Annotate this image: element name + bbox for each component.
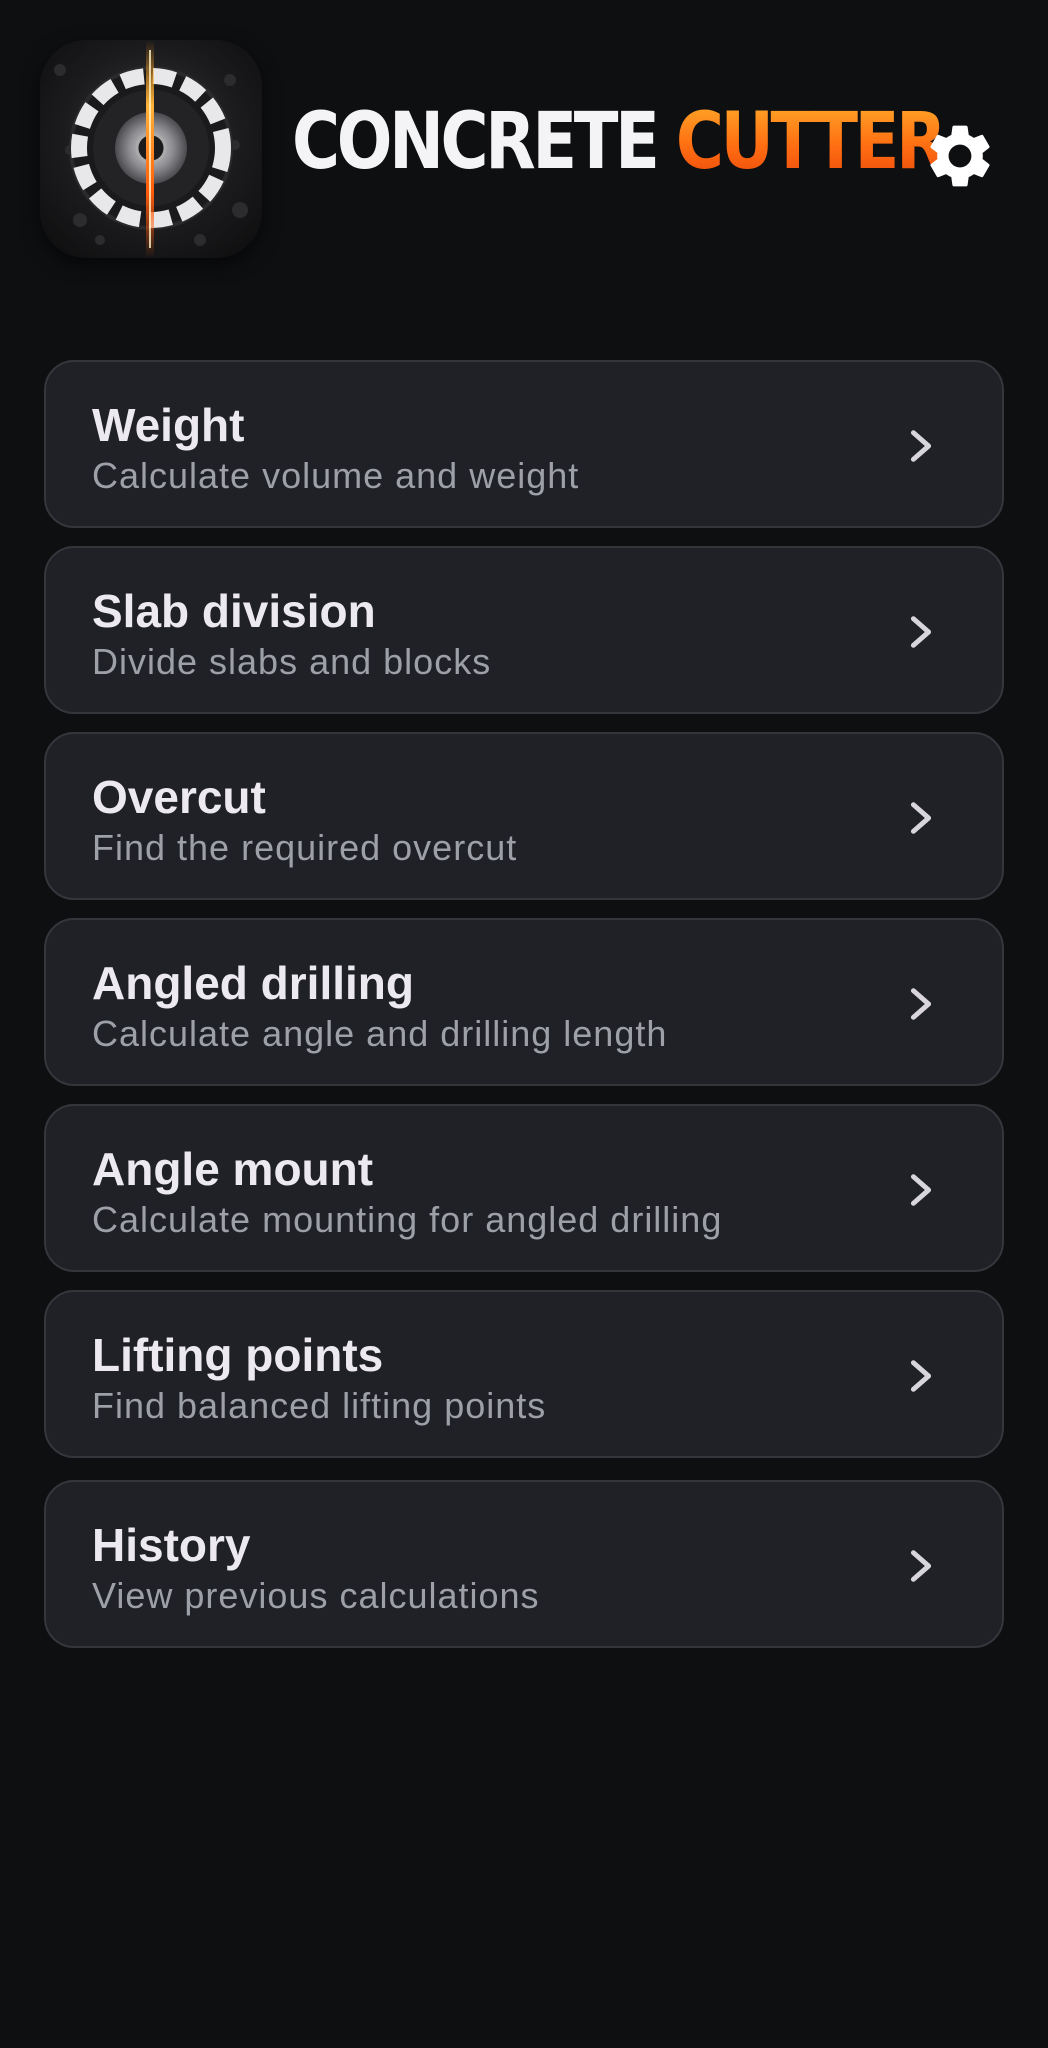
menu-item-title: History (92, 1519, 251, 1571)
settings-button[interactable] (916, 112, 1004, 200)
menu-item-title: Overcut (92, 771, 266, 823)
menu-item-slab-division[interactable]: Slab division Divide slabs and blocks (44, 546, 1004, 714)
calculator-menu: Weight Calculate volume and weight Slab … (44, 360, 1004, 1666)
menu-item-angle-mount[interactable]: Angle mount Calculate mounting for angle… (44, 1104, 1004, 1272)
menu-item-subtitle: View previous calculations (92, 1575, 540, 1616)
menu-item-subtitle: Calculate volume and weight (92, 455, 580, 496)
menu-item-subtitle: Calculate mounting for angled drilling (92, 1199, 723, 1240)
chevron-right-icon (902, 984, 940, 1024)
gear-icon (930, 125, 990, 187)
app-logo-icon (40, 40, 262, 258)
chevron-right-icon (902, 612, 940, 652)
menu-item-subtitle: Find balanced lifting points (92, 1385, 547, 1426)
menu-item-overcut[interactable]: Overcut Find the required overcut (44, 732, 1004, 900)
menu-item-weight[interactable]: Weight Calculate volume and weight (44, 360, 1004, 528)
chevron-right-icon (902, 1170, 940, 1210)
menu-item-title: Angled drilling (92, 957, 414, 1009)
menu-item-title: Angle mount (92, 1143, 374, 1195)
app-title-part1: CONCRETE (292, 97, 660, 187)
menu-item-angled-drilling[interactable]: Angled drilling Calculate angle and dril… (44, 918, 1004, 1086)
menu-item-title: Weight (92, 399, 245, 451)
menu-item-title: Lifting points (92, 1329, 384, 1381)
chevron-right-icon (902, 1546, 940, 1586)
menu-item-history[interactable]: History View previous calculations (44, 1480, 1004, 1648)
app-header: CONCRETE CUTTER (0, 0, 1048, 300)
menu-item-subtitle: Find the required overcut (92, 827, 518, 868)
app-title: CONCRETE CUTTER (292, 96, 947, 188)
menu-item-subtitle: Divide slabs and blocks (92, 641, 492, 682)
chevron-right-icon (902, 1356, 940, 1396)
chevron-right-icon (902, 426, 940, 466)
chevron-right-icon (902, 798, 940, 838)
menu-item-lifting-points[interactable]: Lifting points Find balanced lifting poi… (44, 1290, 1004, 1458)
menu-item-subtitle: Calculate angle and drilling length (92, 1013, 668, 1054)
menu-item-title: Slab division (92, 585, 376, 637)
app-title-part2: CUTTER (675, 97, 947, 187)
